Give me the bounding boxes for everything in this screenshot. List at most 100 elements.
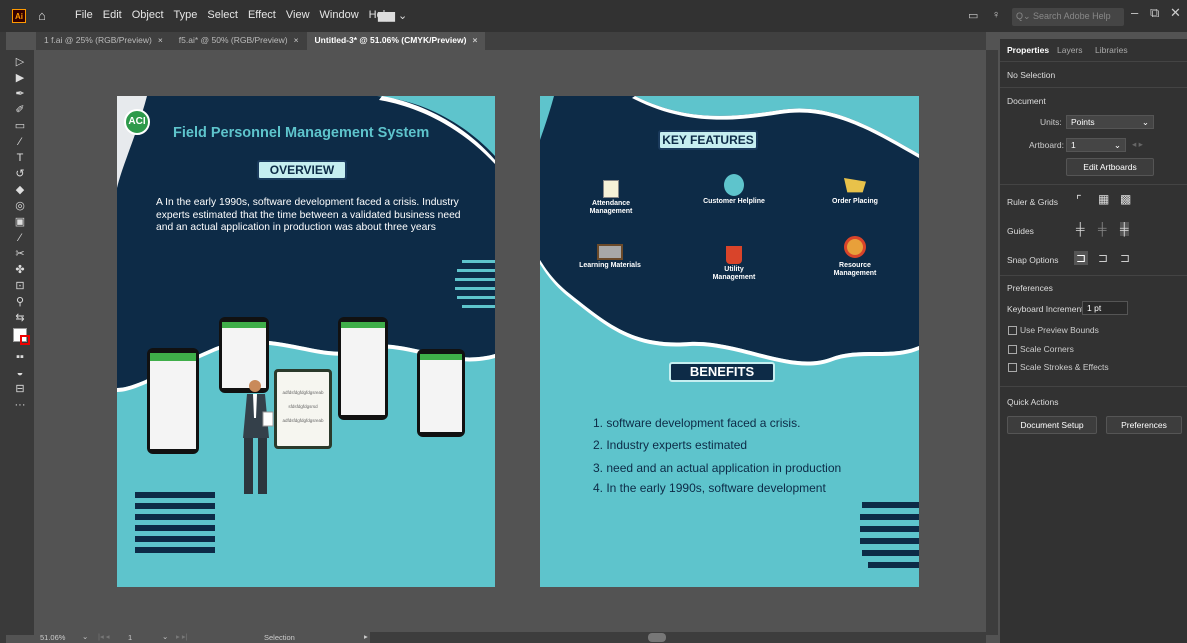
chevron-down-icon: ⌄ xyxy=(1113,140,1121,150)
menu-view[interactable]: View xyxy=(286,9,310,21)
draw-mode-icon[interactable]: ◒ xyxy=(10,367,30,380)
restore-icon[interactable]: ⧉ xyxy=(1150,5,1159,21)
illustrator-window: Ai ⌂ File Edit Object Type Select Effect… xyxy=(0,0,1187,643)
fill-stroke-icon[interactable] xyxy=(10,328,30,348)
artboard-2[interactable]: KEY FEATURES Attendance Management Custo… xyxy=(540,96,919,587)
feature-label: Customer Helpline xyxy=(703,198,765,205)
tab-label: Untitled-3* @ 51.06% (CMYK/Preview) xyxy=(314,35,467,45)
horizontal-scrollbar[interactable] xyxy=(370,632,986,643)
close-tab-icon[interactable]: × xyxy=(472,35,477,45)
guides-icon[interactable]: ╪ xyxy=(1076,222,1085,236)
status-menu-icon[interactable]: ▸ xyxy=(364,632,368,641)
snap-glyph-icon[interactable]: ⊐ xyxy=(1120,251,1130,265)
artboard-1[interactable]: ACI Field Personnel Management System OV… xyxy=(117,96,495,587)
tab-properties[interactable]: Properties xyxy=(1007,45,1049,55)
menu-type[interactable]: Type xyxy=(174,9,198,21)
zoom-dropdown-icon[interactable]: ⌄ xyxy=(82,632,88,641)
board-icon xyxy=(597,244,623,260)
grid-icon[interactable]: ▦ xyxy=(1098,192,1109,206)
snap-pixel-icon[interactable]: ⊐ xyxy=(1098,251,1108,265)
tab-layers[interactable]: Layers xyxy=(1057,45,1083,55)
document-setup-button[interactable]: Document Setup xyxy=(1007,416,1097,434)
ruler-icon[interactable]: ⌜ xyxy=(1076,193,1082,207)
workspace-switcher-icon[interactable]: ▆▆ ⌄ xyxy=(378,9,407,22)
minimize-icon[interactable]: – xyxy=(1131,5,1138,20)
first-artboard-icon[interactable]: |◂ ◂ xyxy=(98,632,110,641)
preferences-button[interactable]: Preferences xyxy=(1106,416,1182,434)
rectangle-tool-icon[interactable]: ▭ xyxy=(10,120,30,133)
use-preview-bounds-checkbox[interactable]: Use Preview Bounds xyxy=(1008,325,1099,336)
search-input[interactable]: Q⌄ Search Adobe Help xyxy=(1012,8,1124,26)
transparency-grid-icon[interactable]: ▩ xyxy=(1120,192,1131,206)
units-select[interactable]: Points ⌄ xyxy=(1066,115,1154,129)
brochure-title: Field Personnel Management System xyxy=(173,125,430,141)
home-icon[interactable]: ⌂ xyxy=(38,8,46,23)
menu-window[interactable]: Window xyxy=(320,9,359,21)
headset-icon xyxy=(724,174,744,196)
menu-effect[interactable]: Effect xyxy=(248,9,276,21)
next-artboard-icon[interactable]: ▸ ▸| xyxy=(176,632,188,641)
lightbulb-icon[interactable]: ♀ xyxy=(992,9,1000,21)
checkbox-box[interactable] xyxy=(1008,363,1017,373)
tab-libraries[interactable]: Libraries xyxy=(1095,45,1128,55)
search-placeholder: Search Adobe Help xyxy=(1033,11,1111,21)
tab-f5[interactable]: f5.ai* @ 50% (RGB/Preview) × xyxy=(171,32,307,50)
scale-corners-checkbox[interactable]: Scale Corners xyxy=(1008,344,1074,355)
free-transform-tool-icon[interactable]: ▣ xyxy=(10,216,30,229)
color-mode-icon[interactable]: ▪▪ xyxy=(10,351,30,364)
artboard-tool-icon[interactable]: ⊡ xyxy=(10,280,30,293)
phone-mockup xyxy=(147,348,199,454)
eraser-tool-icon[interactable]: ◆ xyxy=(10,184,30,197)
artboard-dropdown-icon[interactable]: ⌄ xyxy=(162,632,168,641)
artboard-number[interactable]: 1 xyxy=(128,633,132,642)
tablet-line: adfdsfdgfdgfdgsreab xyxy=(282,390,324,395)
feature-label: Utility Management xyxy=(712,266,756,281)
tab-1f[interactable]: 1 f.ai @ 25% (RGB/Preview) × xyxy=(36,32,171,50)
artboard-select[interactable]: 1 ⌄ xyxy=(1066,138,1126,152)
ruler-grids-label: Ruler & Grids xyxy=(1007,197,1059,207)
close-tab-icon[interactable]: × xyxy=(158,35,163,45)
menu-select[interactable]: Select xyxy=(207,9,238,21)
type-tool-icon[interactable]: T xyxy=(10,152,30,165)
menu-object[interactable]: Object xyxy=(132,9,164,21)
direct-selection-tool-icon[interactable]: ▶ xyxy=(10,72,30,85)
symbol-tool-icon[interactable]: ✤ xyxy=(10,264,30,277)
benefits-badge: BENEFITS xyxy=(669,362,775,382)
feature-attendance: Attendance Management xyxy=(579,180,643,216)
scale-strokes-checkbox[interactable]: Scale Strokes & Effects xyxy=(1008,362,1109,373)
eyedropper-tool-icon[interactable]: ⁄ xyxy=(10,232,30,245)
checkbox-box[interactable] xyxy=(1008,345,1017,355)
menu-file[interactable]: File xyxy=(75,9,93,21)
tab-untitled-3[interactable]: Untitled-3* @ 51.06% (CMYK/Preview) × xyxy=(306,32,486,50)
close-window-icon[interactable]: ✕ xyxy=(1170,5,1181,21)
blend-tool-icon[interactable]: ✂ xyxy=(10,248,30,261)
scroll-thumb[interactable] xyxy=(648,633,666,642)
selection-tool-icon[interactable]: ▷ xyxy=(10,56,30,69)
artboard-nav-icon[interactable]: ◂ ▸ xyxy=(1132,139,1143,150)
warp-tool-icon[interactable]: ◎ xyxy=(10,200,30,213)
tablet-line: sfdsfdgfdgsrsd xyxy=(288,404,318,409)
paintbrush-tool-icon[interactable]: ⁄ xyxy=(10,136,30,149)
more-tools-icon[interactable]: ··· xyxy=(10,399,30,412)
keyboard-increment-input[interactable]: 1 pt xyxy=(1082,301,1128,315)
pen-tool-icon[interactable]: ✒ xyxy=(10,88,30,101)
zoom-tool-icon[interactable]: ⚲ xyxy=(10,296,30,309)
vertical-scrollbar[interactable] xyxy=(986,50,998,635)
rotate-tool-icon[interactable]: ↺ xyxy=(10,168,30,181)
snap-point-icon[interactable]: ⊐ xyxy=(1074,251,1089,265)
bucket-icon xyxy=(726,246,742,264)
menu-edit[interactable]: Edit xyxy=(103,9,122,21)
edit-artboards-button[interactable]: Edit Artboards xyxy=(1066,158,1154,176)
smart-guides-icon[interactable]: ╪ xyxy=(1098,222,1107,236)
close-tab-icon[interactable]: × xyxy=(294,35,299,45)
phone-mockup xyxy=(417,349,465,437)
lock-guides-icon[interactable]: ╪ xyxy=(1120,222,1129,236)
feature-label: Attendance Management xyxy=(589,200,633,215)
screen-mode-icon[interactable]: ⊟ xyxy=(10,383,30,396)
arrange-documents-icon[interactable]: ▭ xyxy=(968,9,978,22)
checkbox-label: Scale Corners xyxy=(1020,344,1074,354)
curvature-tool-icon[interactable]: ✐ xyxy=(10,104,30,117)
swap-colors-icon[interactable]: ⇆ xyxy=(10,312,30,325)
zoom-level[interactable]: 51.06% xyxy=(40,633,65,642)
checkbox-box[interactable] xyxy=(1008,326,1017,336)
